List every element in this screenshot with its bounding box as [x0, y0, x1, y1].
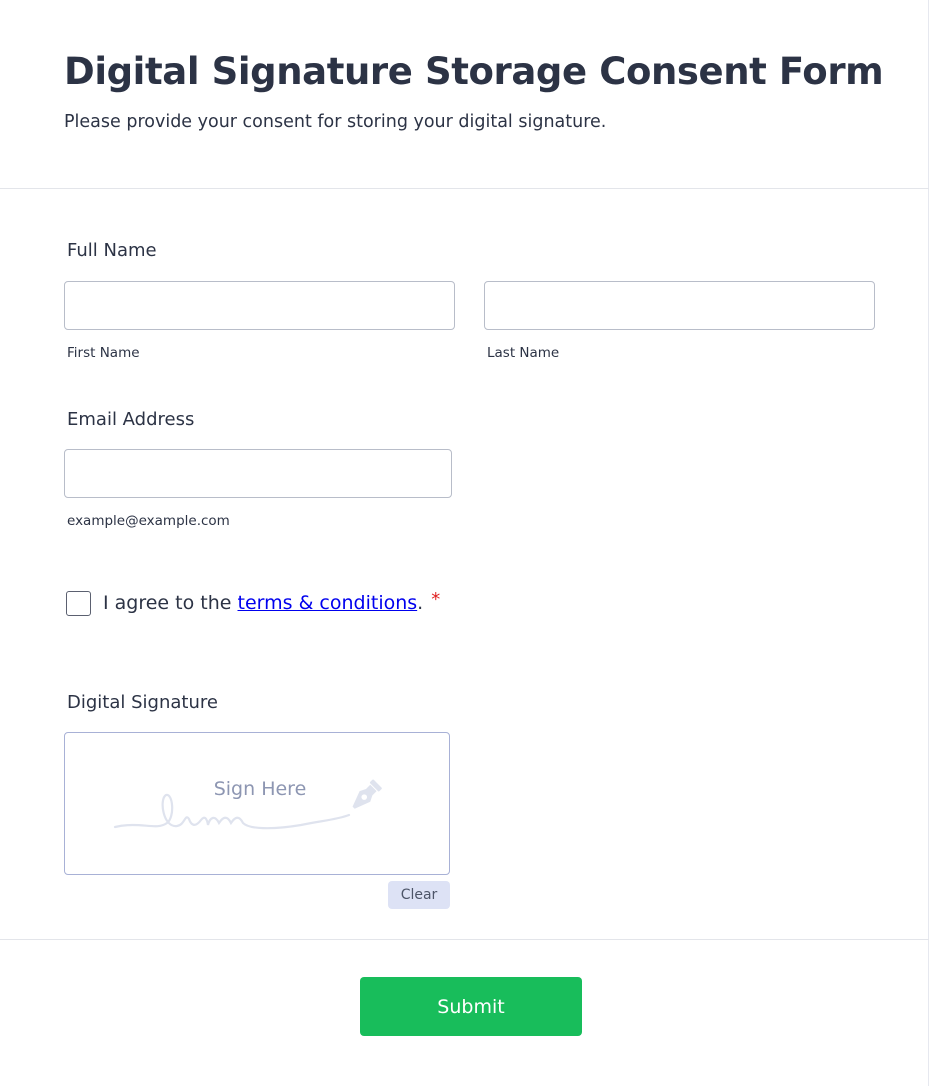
form-page: Digital Signature Storage Consent Form P… [0, 0, 929, 1086]
required-asterisk: * [431, 589, 441, 610]
last-name-sublabel: Last Name [487, 345, 560, 361]
first-name-input[interactable] [64, 281, 455, 330]
signature-label: Digital Signature [67, 692, 218, 713]
terms-text-before: I agree to the [103, 592, 238, 614]
email-label: Email Address [67, 409, 195, 430]
footer-divider [0, 939, 929, 940]
submit-button[interactable]: Submit [360, 977, 582, 1036]
first-name-sublabel: First Name [67, 345, 140, 361]
email-sublabel: example@example.com [67, 513, 230, 529]
signature-pad[interactable]: Sign Here [64, 732, 450, 875]
terms-text-after: . [417, 592, 424, 614]
full-name-label: Full Name [67, 240, 157, 261]
clear-signature-button[interactable]: Clear [388, 881, 450, 909]
email-input[interactable] [64, 449, 452, 498]
page-subtitle: Please provide your consent for storing … [64, 112, 607, 132]
terms-consent-text: I agree to the terms & conditions. * [103, 589, 441, 614]
terms-checkbox[interactable] [66, 591, 91, 616]
page-title: Digital Signature Storage Consent Form [64, 50, 884, 93]
form-header: Digital Signature Storage Consent Form P… [0, 0, 929, 189]
terms-conditions-link[interactable]: terms & conditions [238, 592, 418, 614]
last-name-input[interactable] [484, 281, 875, 330]
sign-here-placeholder: Sign Here [213, 778, 307, 800]
